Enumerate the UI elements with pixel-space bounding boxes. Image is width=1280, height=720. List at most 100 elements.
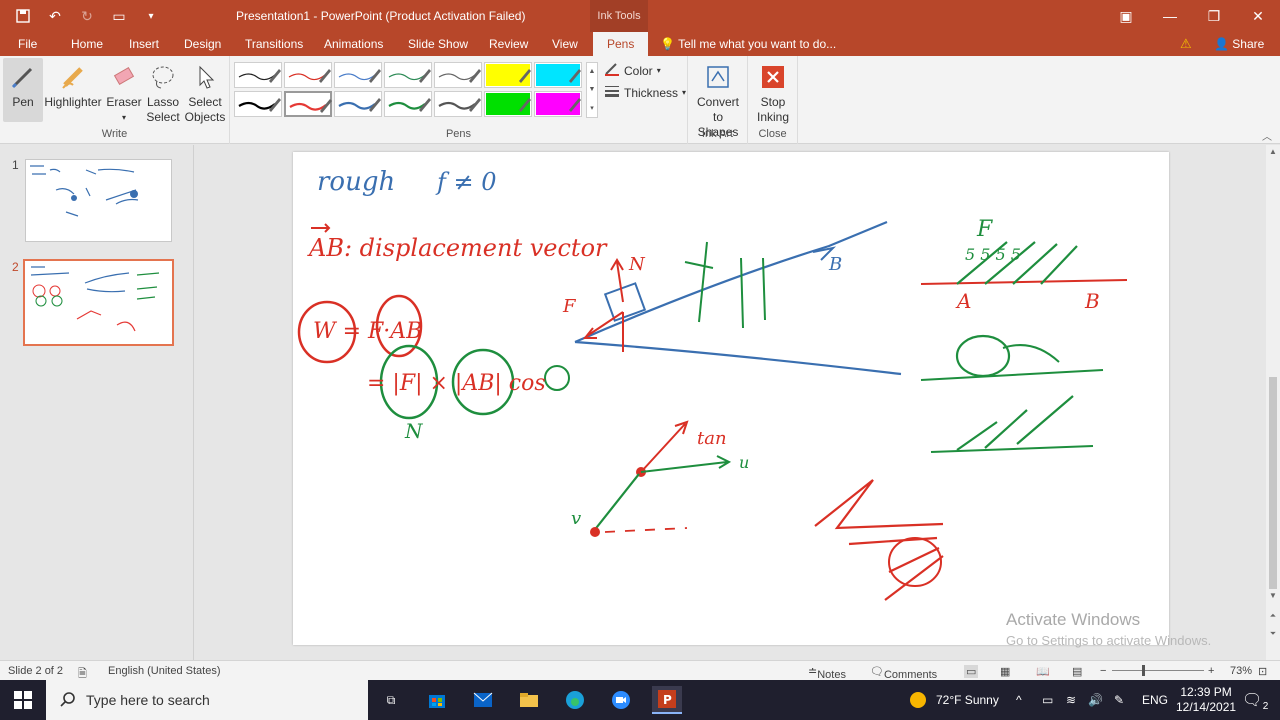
pen-swatch[interactable]	[434, 91, 482, 117]
pen-swatch[interactable]	[234, 62, 282, 88]
microsoft-store-icon[interactable]	[422, 686, 452, 714]
color-dropdown[interactable]: Color ▾	[604, 62, 661, 79]
normal-force-arrow	[610, 258, 624, 303]
clock[interactable]: 12:39 PM 12/14/2021	[1176, 680, 1236, 720]
windows-start-icon[interactable]	[0, 680, 46, 720]
pen-swatch[interactable]	[384, 91, 432, 117]
task-view-icon[interactable]: ⧉	[376, 686, 406, 714]
comments-button[interactable]: 🗨 Comments	[870, 665, 937, 681]
mail-icon[interactable]	[468, 686, 498, 714]
pen-swatch[interactable]	[284, 62, 332, 88]
weather-widget[interactable]: 72°F Sunny	[910, 680, 999, 720]
input-language[interactable]: ENG	[1142, 680, 1168, 720]
pen-swatch[interactable]	[384, 62, 432, 88]
pen-swatch[interactable]	[534, 91, 582, 117]
scroll-down-icon[interactable]: ▼	[1266, 591, 1280, 603]
ink-art-group-label: Ink Art	[701, 128, 734, 140]
ribbon-display-options-icon[interactable]: ▣	[1104, 0, 1148, 32]
save-icon[interactable]	[10, 4, 36, 28]
tab-review[interactable]: Review	[489, 37, 528, 51]
next-slide-icon[interactable]: ⏷	[1266, 629, 1280, 641]
zoom-in-icon[interactable]: +	[1208, 665, 1214, 677]
undo-icon[interactable]: ↶	[42, 4, 68, 28]
slide-canvas[interactable]: rough f ≠ 0 AB: displacement vector W = …	[293, 152, 1169, 645]
select-objects-button[interactable]: Select Objects	[184, 58, 226, 125]
pen-gallery-scroll[interactable]: ▲ ▼ ▾	[586, 62, 598, 118]
scroll-up-icon[interactable]: ▲	[1266, 147, 1280, 159]
redo-icon[interactable]: ↻	[74, 4, 100, 28]
slide-thumbnail-1[interactable]	[25, 159, 172, 242]
ink-text-n2: N	[628, 254, 646, 275]
ink-text-v: v	[571, 508, 581, 529]
share-button[interactable]: 👤 Share	[1214, 37, 1264, 51]
gallery-up-icon[interactable]: ▲	[589, 68, 596, 75]
tab-file[interactable]: File	[18, 37, 37, 51]
pen-label: Pen	[12, 95, 34, 109]
slide-thumbnail-2[interactable]	[23, 259, 174, 346]
tab-slide-show[interactable]: Slide Show	[408, 37, 468, 51]
tab-insert[interactable]: Insert	[129, 37, 159, 51]
notification-center-icon[interactable]: 🗨 2	[1242, 680, 1268, 720]
lasso-select-button[interactable]: Lasso Select	[145, 58, 181, 125]
collapse-ribbon-icon[interactable]: ︿	[1262, 128, 1272, 143]
stop-inking-button[interactable]: Stop Inking	[752, 58, 794, 125]
pen-swatch[interactable]	[534, 62, 582, 88]
tab-transitions[interactable]: Transitions	[245, 37, 303, 51]
eraser-dropdown-icon[interactable]: ▾	[122, 110, 126, 125]
zoom-level[interactable]: 73%	[1230, 665, 1252, 677]
thickness-dropdown[interactable]: Thickness ▾	[604, 84, 686, 101]
pen-button[interactable]: Pen	[3, 58, 43, 122]
taskbar-search-box[interactable]: Type here to search	[46, 680, 368, 720]
wifi-icon[interactable]: ≋	[1066, 680, 1076, 720]
pen-swatch[interactable]	[284, 91, 332, 117]
close-button[interactable]: ✕	[1236, 0, 1280, 32]
vertical-scrollbar[interactable]: ▲ ▼ ⏶ ⏷	[1266, 145, 1280, 660]
battery-icon[interactable]: ▭	[1042, 680, 1053, 720]
tab-animations[interactable]: Animations	[324, 37, 383, 51]
gallery-more-icon[interactable]: ▾	[590, 104, 594, 112]
notes-button[interactable]: ≐ Notes	[808, 665, 846, 681]
show-hidden-icons[interactable]: ^	[1016, 680, 1022, 720]
tab-design[interactable]: Design	[184, 37, 221, 51]
edge-browser-icon[interactable]	[560, 686, 590, 714]
minimize-button[interactable]: —	[1148, 0, 1192, 32]
volume-icon[interactable]: 🔊	[1088, 680, 1103, 720]
search-icon	[60, 691, 76, 710]
pen-swatch[interactable]	[234, 91, 282, 117]
file-explorer-icon[interactable]	[514, 686, 544, 714]
zoom-slider[interactable]	[1112, 670, 1204, 671]
ink-text-rough: rough	[317, 167, 395, 197]
pen-swatch[interactable]	[334, 91, 382, 117]
tab-view[interactable]: View	[552, 37, 578, 51]
ink-text-b2-lbl: B	[1084, 289, 1100, 313]
tell-me-search[interactable]: 💡 Tell me what you want to do...	[660, 37, 836, 51]
pen-swatch[interactable]	[484, 91, 532, 117]
scrollbar-thumb[interactable]	[1269, 377, 1277, 589]
highlighter-button[interactable]: Highlighter	[44, 58, 102, 110]
slide-show-icon[interactable]: ▤	[1072, 665, 1082, 678]
maximize-button[interactable]: ❐	[1192, 0, 1236, 32]
fit-to-window-icon[interactable]: ⊡	[1258, 665, 1267, 678]
pen-workspace-icon[interactable]: ✎	[1114, 680, 1124, 720]
tab-home[interactable]: Home	[71, 37, 103, 51]
reading-view-icon[interactable]: 📖	[1036, 665, 1050, 678]
language-indicator[interactable]: English (United States)	[108, 665, 221, 677]
eraser-button[interactable]: Eraser ▾	[104, 58, 144, 125]
quick-access-toolbar: ↶ ↻ ▭ ▾	[10, 4, 164, 28]
pen-swatch[interactable]	[484, 62, 532, 88]
tab-pens[interactable]: Pens	[593, 32, 649, 56]
start-from-beginning-icon[interactable]: ▭	[106, 4, 132, 28]
zoom-out-icon[interactable]: −	[1100, 665, 1106, 677]
pen-swatch[interactable]	[434, 62, 482, 88]
slide-sorter-icon[interactable]: ▦	[1000, 665, 1010, 678]
previous-slide-icon[interactable]: ⏶	[1266, 611, 1280, 623]
pen-swatch[interactable]	[334, 62, 382, 88]
zoom-slider-thumb[interactable]	[1142, 665, 1145, 676]
normal-view-icon[interactable]: ▭	[964, 665, 979, 678]
zoom-app-icon[interactable]	[606, 686, 636, 714]
gallery-down-icon[interactable]: ▼	[589, 86, 596, 93]
pen-gallery	[234, 62, 584, 118]
customize-qat-icon[interactable]: ▾	[138, 4, 164, 28]
warning-icon[interactable]: ⚠	[1180, 36, 1192, 52]
powerpoint-taskbar-icon[interactable]: P	[652, 686, 682, 714]
